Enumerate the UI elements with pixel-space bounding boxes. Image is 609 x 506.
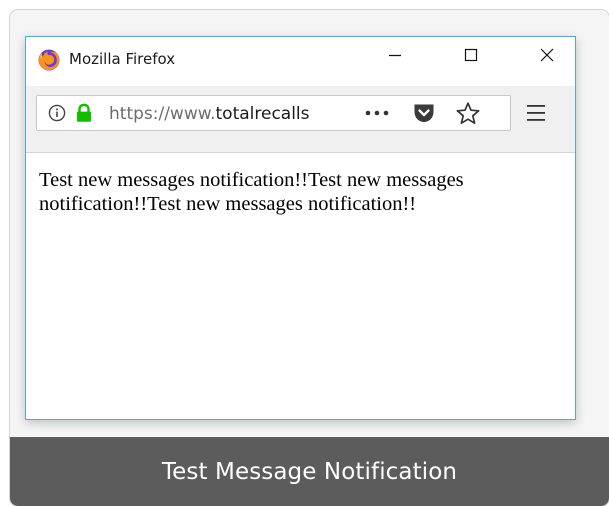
info-icon[interactable]: [48, 104, 66, 122]
star-icon[interactable]: [455, 101, 481, 125]
caption-bar: Test Message Notification: [10, 437, 609, 506]
notification-message: Test new messages notification!!Test new…: [39, 169, 464, 215]
maximize-icon: [463, 47, 479, 67]
navigation-toolbar: https://www.totalrecalls: [26, 86, 575, 158]
url-fade: [317, 100, 349, 126]
minimize-button[interactable]: [372, 37, 418, 77]
url-prefix: https://www.: [109, 104, 216, 124]
firefox-logo-icon: [38, 49, 60, 71]
window-title: Mozilla Firefox: [69, 50, 176, 68]
more-icon[interactable]: [362, 103, 392, 123]
caption-text: Test Message Notification: [161, 458, 458, 485]
maximize-button[interactable]: [448, 37, 494, 77]
lock-icon[interactable]: [75, 103, 93, 123]
close-button[interactable]: [524, 37, 570, 77]
minimize-icon: [387, 47, 403, 67]
firefox-window: Mozilla Firefox https://www.totalrecalls…: [25, 36, 576, 420]
url-text[interactable]: https://www.totalrecalls: [109, 103, 347, 125]
url-bar[interactable]: https://www.totalrecalls: [36, 95, 511, 131]
title-bar[interactable]: Mozilla Firefox: [26, 37, 575, 81]
notification-card: Mozilla Firefox https://www.totalrecalls…: [10, 10, 609, 506]
page-content: Test new messages notification!!Test new…: [26, 152, 575, 419]
pocket-icon[interactable]: [412, 102, 436, 124]
close-icon: [539, 47, 555, 67]
url-domain: totalrecalls: [215, 104, 310, 124]
menu-icon[interactable]: [524, 103, 548, 123]
